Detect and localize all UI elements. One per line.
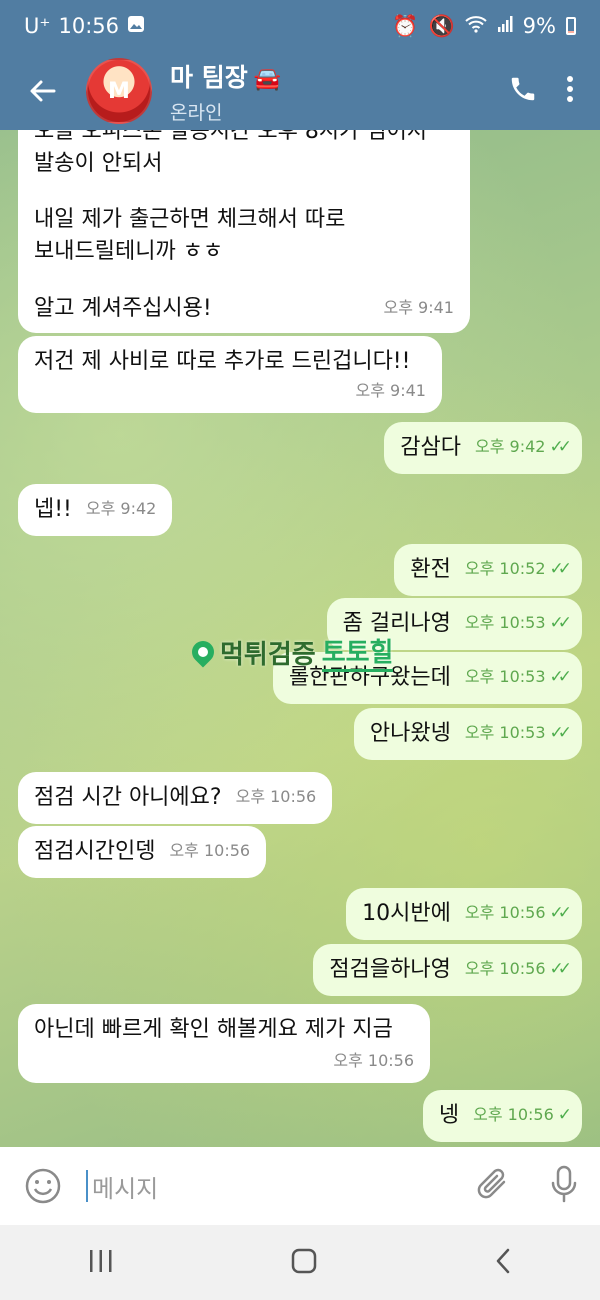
back-button[interactable] <box>0 52 86 130</box>
message-bubble[interactable]: 오늘 오피스존 발송시간 오후 8시가 넘어서 발송이 안되서 내일 제가 출근… <box>18 130 470 333</box>
mute-icon: 🔇 <box>428 13 455 38</box>
message-placeholder: 메시지 <box>92 1174 159 1203</box>
gallery-icon <box>127 14 145 38</box>
message-line: 오늘 오피스존 발송시간 오후 8시가 넘어서 <box>34 130 428 144</box>
single-check-icon: ✓ <box>557 1105 572 1125</box>
chat-header: M 마 팀장 🚘 온라인 <box>0 52 600 130</box>
message-line: 발송이 안되서 <box>34 151 163 176</box>
message-bubble[interactable]: 넵!! 오후 9:42 <box>18 484 173 536</box>
more-vertical-icon <box>567 76 573 102</box>
home-button[interactable] <box>290 1247 318 1279</box>
paperclip-icon <box>477 1168 506 1199</box>
double-check-icon: ✓✓ <box>549 437 572 457</box>
message-bubble[interactable]: 점검시간인뎅 오후 10:56 <box>18 826 267 878</box>
watermark-brand: 토토힐 <box>321 632 394 672</box>
message-text: 10시반에 <box>362 901 451 926</box>
message-time: 오후 10:52 ✓✓ <box>464 559 572 579</box>
double-check-icon: ✓✓ <box>549 723 572 743</box>
signal-icon <box>497 14 513 38</box>
message-text: 점검 시간 아니에요? <box>34 785 222 810</box>
wifi-icon <box>465 14 487 38</box>
message-text: 넹 <box>438 1103 460 1128</box>
clock: 10:56 <box>58 14 119 38</box>
message-line: 내일 제가 출근하면 체크해서 따로 <box>34 207 346 232</box>
message-line: 보내드릴테니까 ㅎㅎ <box>34 239 224 264</box>
text-caret <box>86 1170 88 1202</box>
microphone-icon <box>551 1165 577 1203</box>
recent-apps-button[interactable] <box>87 1248 115 1278</box>
battery-level: 9% <box>522 14 556 38</box>
message-time: 오후 9:41 <box>383 298 454 317</box>
attach-button[interactable] <box>476 1165 510 1207</box>
battery-icon <box>566 17 576 35</box>
recent-apps-icon <box>90 1249 112 1272</box>
message-bubble[interactable]: 넹 오후 10:56 ✓ <box>422 1090 582 1142</box>
double-check-icon: ✓✓ <box>549 667 572 687</box>
message-time: 오후 10:56 <box>333 1051 414 1070</box>
message-line <box>34 180 454 204</box>
alarm-icon: ⏰ <box>392 13 419 38</box>
message-time: 오후 10:56 ✓ <box>473 1105 572 1125</box>
back-nav-button[interactable] <box>493 1247 513 1279</box>
message-text: 점검시간인뎅 <box>34 839 156 864</box>
message-bubble[interactable]: 점검을하나영 오후 10:56 ✓✓ <box>313 944 582 996</box>
message-bubble[interactable]: 안나왔넹 오후 10:53 ✓✓ <box>353 708 582 760</box>
message-time: 오후 10:53 ✓✓ <box>464 613 572 633</box>
message-bubble[interactable]: 아닌데 빠르게 확인 해볼게요 제가 지금 오후 10:56 <box>18 1004 430 1083</box>
emoji-button[interactable] <box>0 1167 86 1205</box>
watermark-prefix: 먹튀검증 <box>220 639 316 670</box>
call-button[interactable] <box>508 74 538 108</box>
avatar[interactable]: M <box>86 58 152 124</box>
message-text: 환전 <box>410 557 451 582</box>
contact-name: 마 팀장 🚘 <box>170 62 282 92</box>
message-bubble[interactable]: 저건 제 사비로 따로 추가로 드린겁니다!! 오후 9:41 <box>18 336 442 413</box>
message-time: 오후 9:42 <box>85 499 157 518</box>
message-bubble[interactable]: 10시반에 오후 10:56 ✓✓ <box>346 888 582 940</box>
double-check-icon: ✓✓ <box>549 613 572 633</box>
chat-area[interactable]: 오늘 오피스존 발송시간 오후 8시가 넘어서 발송이 안되서 내일 제가 출근… <box>0 130 600 1147</box>
system-navigation-bar <box>0 1225 600 1300</box>
double-check-icon: ✓✓ <box>549 559 572 579</box>
car-emoji-icon: 🚘 <box>253 66 282 92</box>
message-text: 아닌데 빠르게 확인 해볼게요 제가 지금 <box>34 1017 393 1042</box>
status-bar: U⁺ 10:56 ⏰ 🔇 9% <box>0 0 600 52</box>
contact-status: 온라인 <box>170 101 223 124</box>
message-bubble[interactable]: 감삼다 오후 9:42 ✓✓ <box>384 422 582 474</box>
arrow-left-icon <box>30 80 56 102</box>
message-time: 오후 10:56 ✓✓ <box>464 959 572 979</box>
message-text: 감삼다 <box>400 435 462 460</box>
message-line: 알고 계셔주십시용! <box>34 296 212 321</box>
message-bubble[interactable]: 환전 오후 10:52 ✓✓ <box>394 544 582 596</box>
message-time: 오후 10:56 <box>235 787 317 806</box>
carrier-label: U⁺ <box>24 14 51 38</box>
smile-icon <box>25 1168 61 1204</box>
message-text: 넵!! <box>34 497 72 522</box>
contact-info[interactable]: 마 팀장 🚘 온라인 <box>170 58 281 125</box>
message-time: 오후 10:56 <box>169 841 251 860</box>
voice-record-button[interactable] <box>550 1165 578 1207</box>
chevron-left-icon <box>496 1248 509 1273</box>
watermark: 먹튀검증 토토힐 <box>187 632 394 672</box>
message-bubble[interactable]: 점검 시간 아니에요? 오후 10:56 <box>18 772 333 824</box>
home-icon <box>291 1248 317 1273</box>
message-input[interactable]: 메시지 <box>86 1169 476 1204</box>
message-time: 오후 10:53 ✓✓ <box>464 723 572 743</box>
double-check-icon: ✓✓ <box>549 903 572 923</box>
message-time: 오후 9:41 <box>355 381 426 400</box>
message-text: 점검을하나영 <box>329 957 451 982</box>
message-time: 오후 10:56 ✓✓ <box>464 903 572 923</box>
message-time: 오후 10:53 ✓✓ <box>464 667 572 687</box>
double-check-icon: ✓✓ <box>549 959 572 979</box>
more-options-button[interactable] <box>566 74 574 108</box>
message-time: 오후 9:42 ✓✓ <box>475 437 572 457</box>
map-pin-icon <box>187 636 219 668</box>
message-text: 안나왔넹 <box>369 721 451 746</box>
message-line <box>34 268 454 292</box>
message-composer: 메시지 <box>0 1147 600 1225</box>
phone-icon <box>511 77 535 101</box>
